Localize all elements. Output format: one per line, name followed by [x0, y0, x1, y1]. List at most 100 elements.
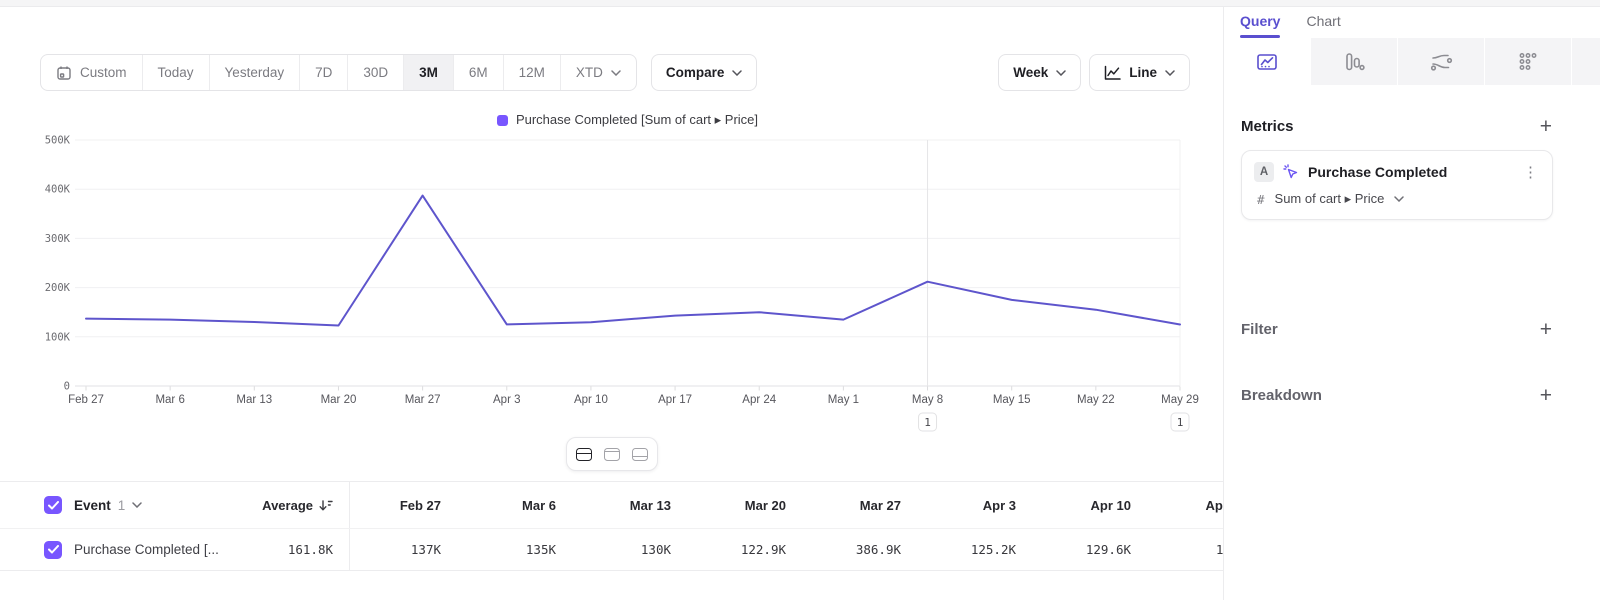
funnel-bars-icon [1343, 51, 1365, 73]
tab-chart[interactable]: Chart [1306, 13, 1340, 38]
chevron-down-icon [611, 70, 621, 76]
y-axis-tick-label: 0 [64, 381, 70, 393]
table-date-cell: 137K [350, 542, 465, 557]
chevron-down-icon [132, 502, 142, 508]
query-sidebar: Query Chart [1223, 0, 1600, 600]
table-only-icon [632, 448, 648, 461]
x-axis-tick-label: Apr 10 [574, 394, 608, 406]
table-date-column-header[interactable]: Mar 27 [810, 498, 925, 513]
x-axis-tick-label: Mar 13 [236, 394, 272, 406]
add-breakdown-button[interactable]: + [1540, 388, 1552, 404]
insights-line-icon [1255, 51, 1279, 73]
event-click-icon [1283, 164, 1299, 180]
x-axis-tick-label: May 15 [993, 394, 1031, 406]
top-edge-strip [0, 0, 1600, 7]
table-date-cell: 129.6K [1040, 542, 1155, 557]
x-axis-tick-label: Feb 27 [68, 394, 104, 406]
check-icon [48, 545, 59, 554]
x-axis-tick-label: Mar 20 [321, 394, 357, 406]
table-date-column-header[interactable]: Apr 17 [1155, 498, 1223, 513]
y-axis-tick-label: 500K [45, 135, 71, 147]
date-range-3m-active[interactable]: 3M [403, 55, 453, 90]
sidebar-content: Metrics + A Purchase Completed ⋮ # Sum o… [1224, 118, 1600, 404]
average-column-header[interactable]: Average [231, 498, 349, 513]
line-chart[interactable]: 0100K200K300K400K500KFeb 27Mar 6Mar 13Ma… [0, 133, 1223, 433]
date-range-xtd[interactable]: XTD [560, 55, 636, 90]
table-row[interactable]: Purchase Completed [... 161.8K 137K135K 1… [0, 528, 1223, 571]
select-all-checkbox[interactable] [44, 496, 62, 514]
chevron-down-icon [1165, 70, 1175, 76]
date-range-12m[interactable]: 12M [503, 55, 560, 90]
line-chart-icon [1104, 65, 1121, 81]
layout-toggle-group [566, 437, 658, 471]
y-axis-tick-label: 400K [45, 184, 71, 196]
x-axis-tick-label: Apr 17 [658, 394, 692, 406]
table-date-column-header[interactable]: Mar 20 [695, 498, 810, 513]
metric-aggregation-row[interactable]: # Sum of cart ▸ Price [1254, 191, 1540, 207]
compare-button[interactable]: Compare [651, 54, 758, 91]
chevron-down-icon [732, 70, 742, 76]
report-type-strip [1224, 38, 1600, 85]
date-range-custom[interactable]: Custom [41, 55, 142, 90]
check-icon [48, 501, 59, 510]
series-line[interactable] [86, 196, 1180, 326]
table-date-cell: 143K [1155, 542, 1223, 557]
x-axis-tick-label: Apr 3 [493, 394, 521, 406]
date-range-yesterday[interactable]: Yesterday [209, 55, 300, 90]
report-type-retention[interactable] [1485, 38, 1571, 85]
chart-only-view-toggle[interactable] [599, 442, 625, 466]
granularity-dropdown[interactable]: Week [998, 54, 1081, 91]
chart-type-dropdown[interactable]: Line [1089, 54, 1190, 91]
flows-icon [1429, 51, 1453, 73]
add-filter-button[interactable]: + [1540, 322, 1552, 338]
y-axis-tick-label: 100K [45, 331, 71, 343]
legend-swatch [497, 115, 508, 126]
tab-query[interactable]: Query [1240, 13, 1280, 38]
report-type-insights[interactable] [1224, 38, 1310, 85]
table-date-cell: 135K [465, 542, 580, 557]
legend-series-label[interactable]: Purchase Completed [Sum of cart ▸ Price] [516, 112, 758, 128]
report-type-funnels[interactable] [1311, 38, 1397, 85]
report-main-panel: Custom Today Yesterday 7D 30D 3M 6M 12M … [0, 0, 1223, 600]
report-type-strip-filler [1572, 38, 1600, 85]
kebab-menu-icon[interactable]: ⋮ [1521, 163, 1540, 181]
table-only-view-toggle[interactable] [627, 442, 653, 466]
date-range-7d[interactable]: 7D [299, 55, 347, 90]
y-axis-tick-label: 300K [45, 233, 71, 245]
results-table: Event 1 Average Feb 27Mar 6Mar 13Mar 20M… [0, 482, 1223, 571]
table-date-column-header[interactable]: Apr 3 [925, 498, 1040, 513]
report-type-flows[interactable] [1398, 38, 1484, 85]
chart-legend: Purchase Completed [Sum of cart ▸ Price] [16, 112, 1239, 128]
table-frozen-header: Event 1 Average [0, 482, 350, 528]
aggregation-label: Sum of cart ▸ Price [1275, 191, 1385, 207]
line-chart-canvas[interactable]: 0100K200K300K400K500KFeb 27Mar 6Mar 13Ma… [0, 133, 1223, 433]
table-date-column-header[interactable]: Feb 27 [350, 498, 465, 513]
metrics-title: Metrics [1241, 118, 1294, 135]
table-date-column-header[interactable]: Apr 10 [1040, 498, 1155, 513]
table-date-column-header[interactable]: Mar 13 [580, 498, 695, 513]
annotation-badge-count: 1 [1177, 416, 1184, 429]
x-axis-tick-label: Mar 27 [405, 394, 441, 406]
numeric-property-icon: # [1257, 192, 1265, 207]
metric-letter-badge: A [1254, 162, 1274, 182]
filter-title: Filter [1241, 321, 1278, 338]
event-column-header[interactable]: Event 1 [74, 498, 231, 513]
metrics-section-header: Metrics + [1241, 118, 1552, 135]
date-range-today[interactable]: Today [142, 55, 209, 90]
x-axis-tick-label: May 1 [828, 394, 859, 406]
row-event-name[interactable]: Purchase Completed [... [74, 542, 231, 557]
x-axis-tick-label: Mar 6 [155, 394, 184, 406]
date-range-6m[interactable]: 6M [453, 55, 503, 90]
date-range-label: Custom [80, 65, 127, 80]
metric-card[interactable]: A Purchase Completed ⋮ # Sum of cart ▸ P… [1241, 150, 1553, 220]
report-toolbar: Custom Today Yesterday 7D 30D 3M 6M 12M … [40, 54, 1190, 91]
row-average-value: 161.8K [231, 542, 349, 557]
table-date-column-header[interactable]: Mar 6 [465, 498, 580, 513]
x-axis-tick-label: May 8 [912, 394, 943, 406]
split-view-toggle[interactable] [571, 442, 597, 466]
add-metric-button[interactable]: + [1540, 119, 1552, 135]
row-checkbox[interactable] [44, 541, 62, 559]
chevron-down-icon [1394, 196, 1404, 202]
date-range-30d[interactable]: 30D [347, 55, 403, 90]
metric-event-name[interactable]: Purchase Completed [1308, 164, 1512, 180]
